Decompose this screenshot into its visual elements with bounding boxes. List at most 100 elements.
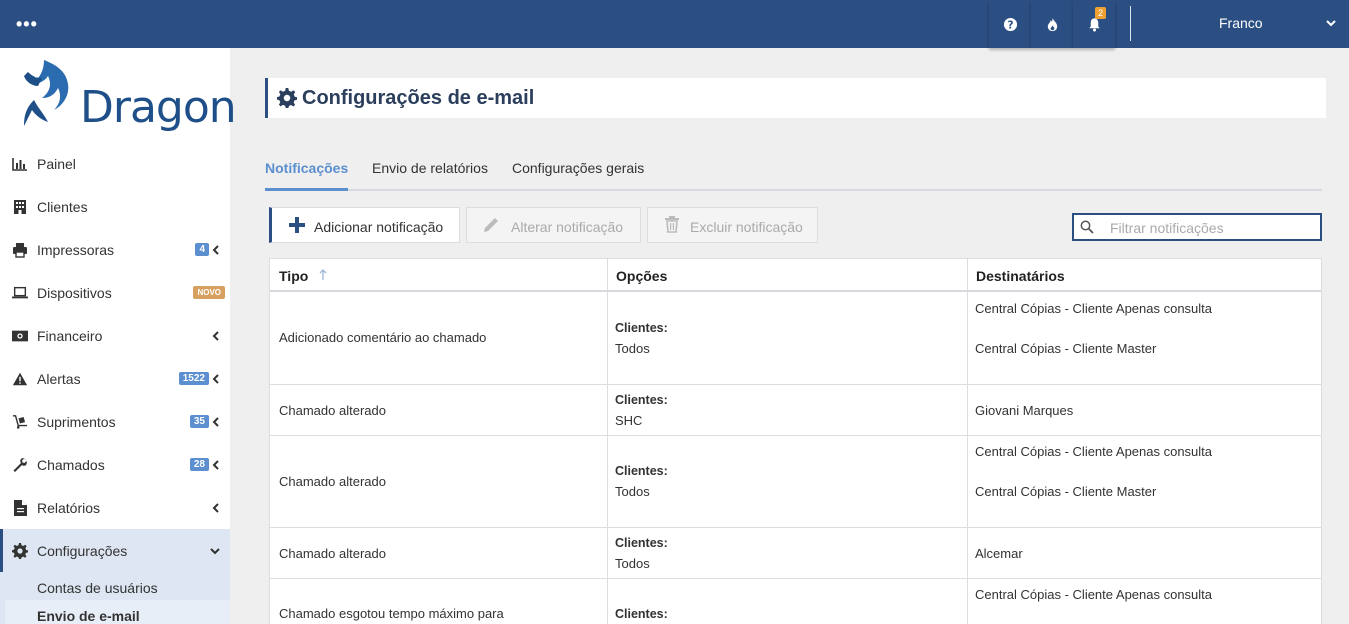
sidebar-item-label: Suprimentos: [37, 413, 116, 430]
sidebar-item-configuracoes[interactable]: Configurações: [0, 529, 230, 572]
delete-notification-label: Excluir notificação: [690, 219, 803, 235]
help-button[interactable]: ?: [989, 0, 1031, 48]
new-badge: NOVO: [193, 286, 225, 299]
column-header-opcoes[interactable]: Opções: [616, 268, 667, 284]
edit-notification-button[interactable]: Alterar notificação: [466, 207, 641, 243]
chevron-left-icon: [212, 502, 219, 513]
sort-ascending-icon[interactable]: [319, 269, 327, 281]
chevron-left-icon: [212, 416, 219, 427]
cell-tipo: Chamado alterado: [279, 474, 386, 489]
submenu-item-contas[interactable]: Contas de usuários: [37, 580, 158, 596]
sidebar-item-label: Dispositivos: [37, 284, 112, 301]
cell-opcoes-label: Clientes:: [615, 321, 668, 335]
warning-icon: [12, 371, 28, 387]
cell-destinatario: Alcemar: [975, 546, 1023, 561]
sidebar: Dragon Painel Clientes Impressoras 4 Dis…: [0, 48, 237, 624]
cell-tipo: Chamado esgotou tempo máximo para: [279, 606, 504, 621]
fire-button[interactable]: [1031, 0, 1073, 48]
add-notification-label: Adicionar notificação: [314, 219, 444, 235]
tab-bar: Notificações Envio de relatórios Configu…: [265, 158, 1322, 191]
brand-logo[interactable]: Dragon: [14, 56, 237, 133]
chevron-left-icon: [212, 459, 219, 470]
cell-opcoes-label: Clientes:: [615, 607, 668, 621]
menu-dots-icon[interactable]: •••: [16, 14, 38, 35]
money-icon: [12, 328, 28, 344]
gear-icon: [277, 88, 297, 108]
filter-search-input[interactable]: [1110, 219, 1310, 237]
printer-icon: [12, 242, 28, 258]
submenu-item-envio-email[interactable]: Envio de e-mail: [37, 608, 140, 624]
sidebar-item-relatorios[interactable]: Relatórios: [0, 486, 230, 529]
svg-text:?: ?: [1007, 19, 1013, 31]
sidebar-item-label: Configurações: [37, 542, 128, 559]
cell-destinatario: Central Cópias - Cliente Master: [975, 341, 1157, 356]
sidebar-item-financeiro[interactable]: Financeiro: [0, 314, 230, 357]
sidebar-item-dispositivos[interactable]: Dispositivos NOVO: [0, 271, 230, 314]
notification-count-badge: 2: [1095, 7, 1107, 19]
cell-destinatario: Giovani Marques: [975, 403, 1074, 418]
page-title: Configurações de e-mail: [302, 87, 535, 109]
building-icon: [12, 199, 28, 215]
cell-destinatario: Central Cópias - Cliente Apenas consulta: [975, 587, 1213, 602]
tab-envio-relatorios[interactable]: Envio de relatórios: [372, 160, 488, 191]
top-bar: ••• ? 2 Franco: [0, 0, 1349, 48]
sidebar-item-painel[interactable]: Painel: [0, 142, 230, 185]
cell-opcoes-value: SHC: [615, 413, 643, 428]
sidebar-item-label: Chamados: [37, 456, 105, 473]
tab-configuracoes-gerais[interactable]: Configurações gerais: [512, 160, 644, 191]
brand-name: Dragon: [80, 82, 237, 133]
column-header-destinatarios[interactable]: Destinatários: [976, 268, 1065, 284]
filter-search-box: [1072, 213, 1322, 241]
fire-icon: [1047, 17, 1057, 31]
cell-opcoes-value: Todos: [615, 484, 650, 499]
cell-opcoes-label: Clientes:: [615, 393, 668, 407]
cell-tipo: Chamado alterado: [279, 403, 386, 418]
cell-opcoes-label: Clientes:: [615, 536, 668, 550]
table-row[interactable]: Adicionado comentário ao chamado Cliente…: [270, 292, 1321, 385]
chevron-left-icon: [212, 373, 219, 384]
cell-destinatario: Central Cópias - Cliente Apenas consulta: [975, 444, 1213, 459]
notifications-button[interactable]: 2: [1073, 0, 1115, 48]
sidebar-item-label: Alertas: [37, 370, 81, 387]
sidebar-item-label: Relatórios: [37, 499, 101, 516]
notifications-table: Tipo Opções Destinatários Adicionado com…: [269, 258, 1322, 624]
trash-icon: [665, 216, 679, 233]
cell-tipo: Chamado alterado: [279, 546, 386, 561]
file-icon: [12, 499, 28, 516]
table-row[interactable]: Chamado alterado Clientes: SHC Giovani M…: [270, 385, 1321, 436]
count-badge: 28: [189, 458, 209, 471]
user-name[interactable]: Franco: [1219, 15, 1263, 31]
column-header-tipo[interactable]: Tipo: [279, 268, 308, 284]
search-icon: [1080, 220, 1094, 234]
cell-opcoes-value: Todos: [615, 341, 650, 356]
sidebar-item-chamados[interactable]: Chamados 28: [0, 443, 230, 486]
table-header: Tipo Opções Destinatários: [270, 258, 1321, 292]
add-notification-button[interactable]: Adicionar notificação: [269, 207, 460, 243]
chevron-down-icon[interactable]: [1325, 17, 1337, 29]
page-header: Configurações de e-mail: [265, 78, 1326, 118]
sidebar-item-suprimentos[interactable]: Suprimentos 35: [0, 400, 230, 443]
delete-notification-button[interactable]: Excluir notificação: [647, 207, 818, 243]
sidebar-item-label: Clientes: [37, 198, 88, 215]
cell-opcoes-value: Todos: [615, 556, 650, 571]
gear-icon: [12, 542, 28, 559]
tab-notificacoes[interactable]: Notificações: [265, 160, 349, 191]
question-icon: ?: [1003, 17, 1017, 31]
count-badge: 1522: [178, 372, 209, 385]
table-row[interactable]: Chamado esgotou tempo máximo para Client…: [270, 579, 1321, 624]
cell-tipo: Adicionado comentário ao chamado: [279, 330, 487, 345]
sidebar-item-clientes[interactable]: Clientes: [0, 185, 230, 228]
edit-notification-label: Alterar notificação: [511, 219, 624, 235]
sidebar-item-label: Impressoras: [37, 241, 115, 258]
table-row[interactable]: Chamado alterado Clientes: Todos Central…: [270, 436, 1321, 528]
count-badge: 35: [189, 415, 209, 428]
plus-icon: [289, 217, 305, 233]
topbar-divider: [1130, 6, 1131, 41]
table-row[interactable]: Chamado alterado Clientes: Todos Alcemar: [270, 528, 1321, 579]
sidebar-item-alertas[interactable]: Alertas 1522: [0, 357, 230, 400]
sidebar-item-impressoras[interactable]: Impressoras 4: [0, 228, 230, 271]
dolly-icon: [12, 414, 28, 430]
laptop-icon: [12, 285, 28, 301]
sidebar-item-label: Financeiro: [37, 327, 103, 344]
sidebar-item-label: Painel: [37, 155, 76, 172]
